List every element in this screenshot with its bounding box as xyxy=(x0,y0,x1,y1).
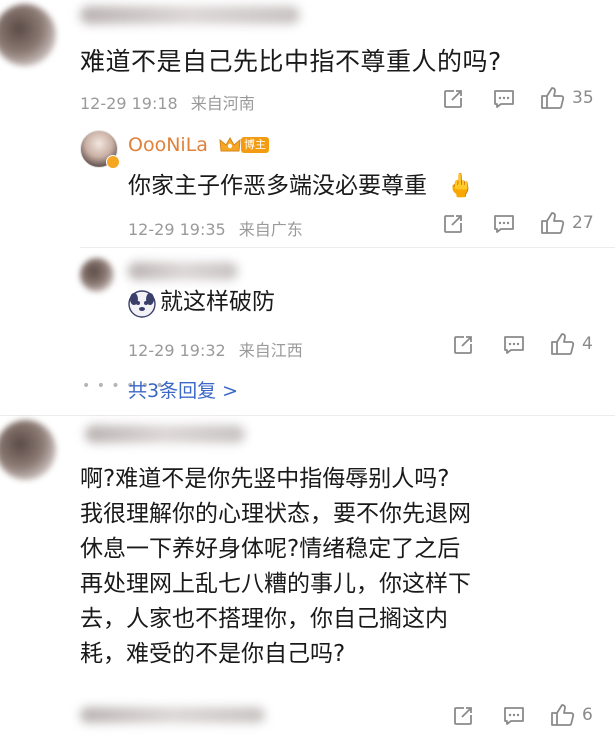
avatar[interactable] xyxy=(0,420,56,480)
reply-time: 12-29 19:32 xyxy=(128,341,226,360)
comment-line: 耗，难受的不是你自己吗? xyxy=(80,641,346,667)
middle-finger-emoji-icon: 🖕 xyxy=(446,173,475,199)
comment-button[interactable] xyxy=(492,88,516,110)
reply-avatar[interactable] xyxy=(80,258,114,292)
thumb-up-icon xyxy=(550,332,576,356)
share-button[interactable] xyxy=(452,705,474,727)
comment-line: 休息一下养好身体呢?情绪稳定了之后 xyxy=(80,536,461,562)
share-button[interactable] xyxy=(452,334,474,356)
comment-button[interactable] xyxy=(502,705,526,727)
comment-line: 我很理解你的心理状态，要不你先退网 xyxy=(80,501,471,527)
comment-line: 再处理网上乱七八糟的事儿，你这样下 xyxy=(80,571,471,597)
crown-icon xyxy=(219,136,241,158)
reply-meta: 12-29 19:32 来自江西 xyxy=(128,337,303,361)
share-icon xyxy=(442,213,464,235)
share-icon xyxy=(452,334,474,356)
comment-icon xyxy=(502,705,526,727)
reply-time: 12-29 19:35 xyxy=(128,220,226,239)
reply-location: 来自江西 xyxy=(238,341,303,360)
comment-icon xyxy=(502,334,526,356)
comment-location: 来自河南 xyxy=(190,94,255,113)
share-icon xyxy=(452,705,474,727)
comment-time: 12-29 19:18 xyxy=(80,94,178,113)
comment-button[interactable] xyxy=(492,213,516,235)
reply-username[interactable]: OooNiLa xyxy=(128,134,208,156)
comment-button[interactable] xyxy=(502,334,526,356)
reply-text: 就这样破防 xyxy=(160,289,275,315)
share-button[interactable] xyxy=(442,213,464,235)
comment-meta: 12-29 19:18 来自河南 xyxy=(80,90,255,114)
reply-location: 来自广东 xyxy=(238,220,303,239)
comment-line: 去，人家也不搭理你，你自己搁这内 xyxy=(80,606,448,632)
like-count: 27 xyxy=(572,213,594,233)
comment-icon xyxy=(492,213,516,235)
comment-text: 难道不是自己先比中指不尊重人的吗? xyxy=(80,47,502,76)
comment-line: 啊?难道不是你先竖中指侮辱别人吗? xyxy=(80,466,450,492)
reply-meta: 12-29 19:35 来自广东 xyxy=(128,216,303,240)
like-button[interactable]: 35 xyxy=(540,86,594,110)
username-blurred[interactable] xyxy=(128,262,238,280)
reply-text-content: 你家主子作恶多端没必要尊重 xyxy=(128,173,427,199)
reply-text: 你家主子作恶多端没必要尊重 🖕 xyxy=(128,170,475,203)
verified-badge-icon xyxy=(106,155,120,169)
like-count: 4 xyxy=(582,334,593,354)
divider xyxy=(0,415,615,416)
like-button[interactable]: 4 xyxy=(550,332,593,356)
blogger-badge: 博主 xyxy=(241,137,269,153)
divider xyxy=(80,247,615,248)
dog-face-icon xyxy=(128,290,156,322)
meta-blurred xyxy=(80,707,265,723)
username-blurred[interactable] xyxy=(80,6,300,24)
username-blurred[interactable] xyxy=(85,425,245,443)
thumb-up-icon xyxy=(540,86,566,110)
share-button[interactable] xyxy=(442,88,464,110)
thumb-up-icon xyxy=(540,211,566,235)
comment-icon xyxy=(492,88,516,110)
like-count: 6 xyxy=(582,705,593,725)
like-button[interactable]: 6 xyxy=(550,703,593,727)
like-button[interactable]: 27 xyxy=(540,211,594,235)
comment-text: 啊?难道不是你先竖中指侮辱别人吗? 我很理解你的心理状态，要不你先退网 休息一下… xyxy=(80,462,610,672)
avatar[interactable] xyxy=(0,4,56,66)
thumb-up-icon xyxy=(550,703,576,727)
more-replies-link[interactable]: 共3条回复 > xyxy=(128,376,238,403)
like-count: 35 xyxy=(572,88,594,108)
share-icon xyxy=(442,88,464,110)
